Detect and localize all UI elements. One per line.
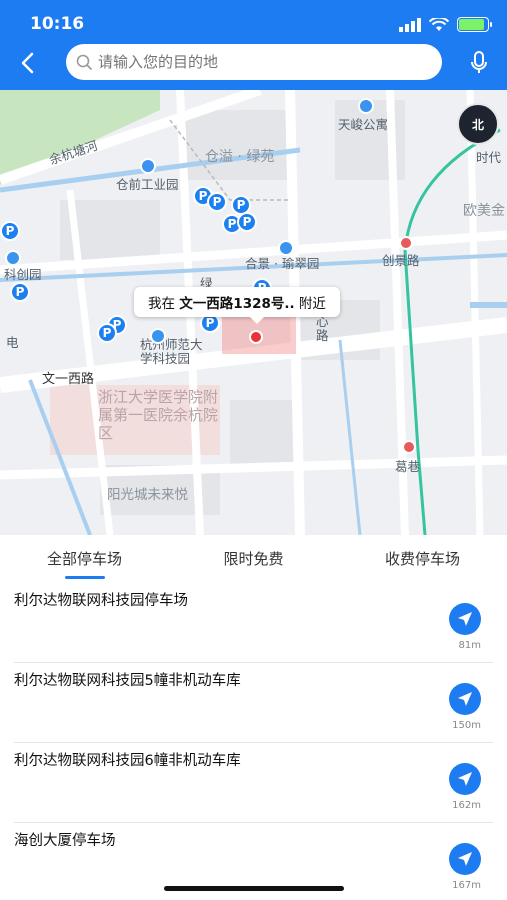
map-label-hezhaoyuan: 合景 · 瑜翠园 bbox=[245, 256, 320, 271]
status-time: 10:16 bbox=[30, 14, 85, 34]
navigate-arrow-icon bbox=[458, 612, 472, 626]
parking-marker[interactable]: P bbox=[0, 221, 20, 241]
location-callout: 我在 文一西路1328号.. 附近 bbox=[134, 287, 340, 324]
tab-free-limited[interactable]: 限时免费 bbox=[169, 535, 338, 583]
parking-list: 利尔达物联网科技园停车场 81m 利尔达物联网科技园5幢非机动车库 150m 利… bbox=[0, 583, 507, 900]
voice-button[interactable] bbox=[465, 48, 493, 78]
parking-name: 利尔达物联网科技园5幢非机动车库 bbox=[14, 673, 241, 689]
distance-label: 167m bbox=[452, 880, 481, 891]
map-label-kechuang: 科创园 bbox=[4, 267, 42, 282]
navigate-arrow-icon bbox=[458, 852, 472, 866]
callout-suffix: 附近 bbox=[294, 296, 326, 312]
metro-station-icon bbox=[402, 440, 416, 454]
parking-marker[interactable]: P bbox=[10, 282, 30, 302]
navigate-button[interactable] bbox=[449, 843, 481, 875]
navigate-button[interactable] bbox=[449, 763, 481, 795]
callout-address: 文一西路1328号.. bbox=[179, 296, 295, 312]
parking-marker[interactable]: P bbox=[207, 192, 227, 212]
back-arrow-icon bbox=[21, 52, 34, 74]
microphone-icon bbox=[471, 51, 487, 73]
home-indicator bbox=[164, 886, 344, 891]
search-icon bbox=[76, 54, 92, 70]
back-button[interactable] bbox=[12, 48, 42, 78]
parking-name: 利尔达物联网科技园6幢非机动车库 bbox=[14, 753, 241, 769]
distance-label: 162m bbox=[452, 800, 481, 811]
status-icons bbox=[399, 17, 492, 32]
tab-all-parking[interactable]: 全部停车场 bbox=[0, 535, 169, 583]
map-label-tianjun: 天峻公寓 bbox=[338, 117, 389, 132]
list-item[interactable]: 利尔达物联网科技园6幢非机动车库 162m bbox=[14, 743, 493, 823]
map-label-wenyi-road: 文一西路 bbox=[42, 372, 95, 387]
wifi-icon bbox=[429, 17, 449, 31]
tab-paid-parking[interactable]: 收费停车场 bbox=[338, 535, 507, 583]
map-label-oumei: 欧美金 bbox=[463, 203, 505, 219]
map-label-cangqian: 仓前工业园 bbox=[116, 177, 179, 192]
navigate-button[interactable] bbox=[449, 603, 481, 635]
map-label-chuangjing: 创景路 bbox=[382, 253, 420, 268]
list-item[interactable]: 利尔达物联网科技园5幢非机动车库 150m bbox=[14, 663, 493, 743]
parking-marker[interactable]: P bbox=[237, 212, 257, 232]
map-label-time: 时代 bbox=[476, 150, 502, 165]
callout-prefix: 我在 bbox=[148, 296, 180, 312]
map-label-hangshida: 杭州师范大学科技园 bbox=[140, 337, 203, 366]
poi-icon bbox=[140, 158, 156, 174]
poi-icon bbox=[358, 98, 374, 114]
map-label-gexiang: 葛巷 bbox=[395, 459, 421, 474]
poi-icon bbox=[150, 328, 166, 344]
poi-icon bbox=[5, 250, 21, 266]
list-item[interactable]: 利尔达物联网科技园停车场 81m bbox=[14, 583, 493, 663]
search-input[interactable] bbox=[98, 53, 418, 71]
parking-list-panel: 全部停车场 限时免费 收费停车场 利尔达物联网科技园停车场 81m 利尔达物联网… bbox=[0, 535, 507, 900]
parking-name: 海创大厦停车场 bbox=[14, 833, 116, 849]
map-label-xinlu: 心路 bbox=[316, 314, 329, 343]
metro-station-icon bbox=[399, 236, 413, 250]
top-bar: 10:16 bbox=[0, 0, 507, 90]
signal-icon bbox=[399, 17, 421, 32]
compass-north-label: 北 bbox=[471, 117, 484, 132]
battery-icon bbox=[457, 17, 492, 32]
distance-label: 81m bbox=[458, 640, 481, 651]
search-box[interactable] bbox=[66, 44, 442, 80]
parking-marker[interactable]: P bbox=[97, 323, 117, 343]
map-label-hospital: 浙江大学医学院附属第一医院余杭院区 bbox=[98, 388, 219, 442]
map-label-cangyi: 仓溢 · 绿苑 bbox=[205, 149, 275, 165]
current-location-marker bbox=[249, 330, 263, 344]
poi-icon bbox=[278, 240, 294, 256]
map-label-dian: 电 bbox=[6, 335, 19, 350]
map-label-yangguang: 阳光城未来悦 bbox=[107, 487, 188, 503]
map-view[interactable]: 余杭塘河 天峻公寓 仓溢 · 绿苑 时代 仓前工业园 欧美金 合景 · 瑜翠园 … bbox=[0, 90, 507, 535]
compass-button[interactable]: 北 bbox=[457, 103, 499, 145]
distance-label: 150m bbox=[452, 720, 481, 731]
navigate-arrow-icon bbox=[458, 772, 472, 786]
parking-name: 利尔达物联网科技园停车场 bbox=[14, 593, 188, 609]
navigate-arrow-icon bbox=[458, 692, 472, 706]
navigate-button[interactable] bbox=[449, 683, 481, 715]
filter-tabs: 全部停车场 限时免费 收费停车场 bbox=[0, 535, 507, 583]
